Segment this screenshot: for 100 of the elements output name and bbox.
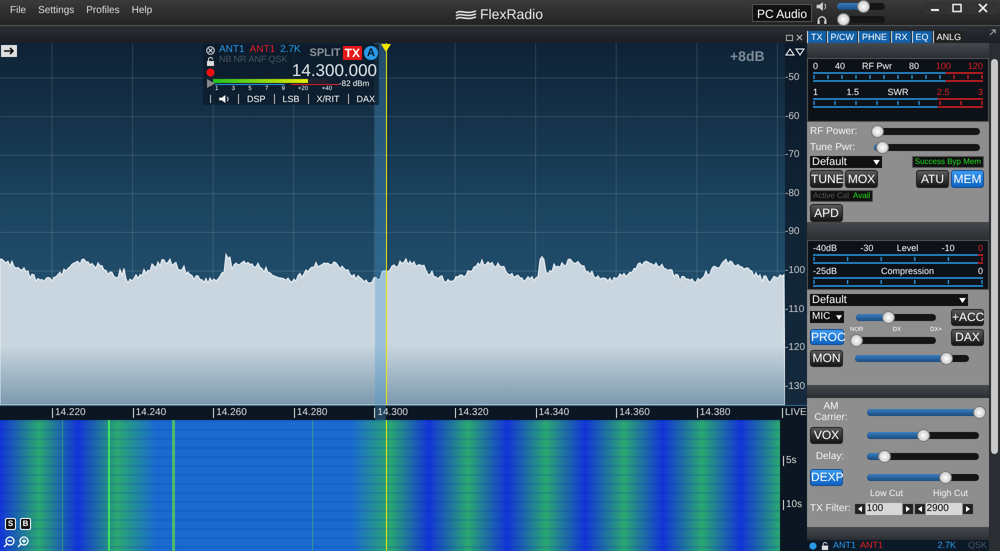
increment-arrow-icon[interactable] bbox=[902, 504, 913, 514]
tx-antenna-link[interactable]: ANT1 bbox=[860, 541, 884, 550]
time-label: 5s bbox=[783, 456, 797, 466]
panel-tab[interactable]: P/CW bbox=[826, 31, 858, 43]
meter-scale-label: 1.5 bbox=[846, 88, 860, 97]
decrement-arrow-icon[interactable] bbox=[914, 504, 925, 514]
dropdown-caret-icon bbox=[959, 298, 966, 302]
meter-scale-label: -40dB bbox=[813, 244, 838, 253]
toggle-button[interactable]: MON bbox=[810, 350, 843, 366]
slider-thumb[interactable] bbox=[836, 12, 850, 26]
arrow-right-icon[interactable] bbox=[1, 45, 17, 57]
scale-button[interactable]: B bbox=[20, 518, 31, 530]
slice-letter-badge[interactable]: A bbox=[364, 46, 378, 60]
db-scale-label: -70 bbox=[785, 150, 800, 160]
input-field[interactable]: 100 bbox=[866, 502, 902, 514]
slider-thumb[interactable] bbox=[917, 428, 930, 442]
scale-arrows-icon[interactable] bbox=[785, 48, 805, 56]
slider-thumb[interactable] bbox=[882, 310, 895, 324]
toggle-button[interactable]: VOX bbox=[810, 426, 843, 444]
play-icon[interactable] bbox=[206, 79, 215, 88]
audio-button[interactable]: PC Audio bbox=[752, 4, 812, 22]
rx-antenna-link[interactable]: ANT1 bbox=[219, 45, 245, 55]
slice-letter-icon[interactable] bbox=[809, 542, 817, 550]
frequency-label: 14.340 bbox=[536, 408, 570, 418]
input-field[interactable]: 2900 bbox=[926, 502, 962, 514]
field-label: High Cut bbox=[933, 489, 968, 498]
meter-scale-label: -30 bbox=[860, 244, 874, 253]
toggle-button[interactable]: PROC bbox=[810, 329, 844, 345]
meter-title: RF Pwr bbox=[862, 62, 892, 71]
menu-item[interactable]: Help bbox=[132, 3, 152, 18]
slider-thumb[interactable] bbox=[973, 406, 986, 418]
frequency-label: 14.240 bbox=[132, 408, 166, 418]
slider-thumb[interactable] bbox=[850, 334, 863, 347]
decrement-arrow-icon[interactable] bbox=[854, 504, 865, 514]
slice-tab[interactable]: X/RIT bbox=[308, 94, 348, 104]
slider-thumb[interactable] bbox=[939, 470, 952, 484]
frequency-label: 14.380 bbox=[696, 408, 730, 418]
slice-marker-icon[interactable] bbox=[381, 44, 391, 52]
toggle-button[interactable]: APD bbox=[810, 204, 843, 222]
menu-item[interactable]: Settings bbox=[38, 3, 74, 18]
panel-tab[interactable]: TX bbox=[807, 31, 826, 43]
panel-tab[interactable]: ANLG bbox=[932, 31, 964, 43]
rx-antenna-link[interactable]: ANT1 bbox=[833, 541, 856, 550]
record-icon[interactable] bbox=[206, 68, 215, 77]
dropdown-value: Default bbox=[812, 294, 847, 306]
profile-dropdown[interactable]: Default bbox=[810, 156, 882, 168]
toggle-button[interactable]: MEM bbox=[951, 170, 984, 188]
lock-icon[interactable] bbox=[821, 542, 829, 550]
dropdown-caret-icon bbox=[873, 160, 880, 164]
zoom-out-icon[interactable] bbox=[3, 536, 15, 548]
increment-arrow-icon[interactable] bbox=[962, 504, 973, 514]
slider-thumb[interactable] bbox=[876, 140, 890, 154]
toggle-button[interactable]: DEXP bbox=[810, 468, 843, 486]
profile-dropdown[interactable]: Default bbox=[810, 294, 968, 306]
slider-thumb[interactable] bbox=[878, 450, 891, 462]
scale-button[interactable]: S bbox=[5, 518, 16, 530]
frequency-readout[interactable]: 14.300.000 bbox=[292, 62, 377, 79]
meter-scale-label: 1 bbox=[813, 88, 818, 97]
close-icon[interactable] bbox=[206, 46, 215, 55]
db-scale-label: -110 bbox=[785, 304, 804, 315]
slider-thumb[interactable] bbox=[871, 124, 884, 138]
toggle-button[interactable]: DAX bbox=[951, 328, 984, 346]
panel-tab[interactable]: EQ bbox=[912, 31, 932, 43]
toggle-button[interactable]: ATU bbox=[916, 170, 949, 188]
slider-thumb[interactable] bbox=[940, 352, 954, 364]
expand-icon[interactable] bbox=[989, 29, 996, 36]
meter-title: Level bbox=[896, 244, 918, 253]
tx-badge[interactable]: TX bbox=[342, 46, 362, 60]
source-dropdown[interactable]: MIC bbox=[810, 311, 844, 323]
undock-icon[interactable] bbox=[786, 34, 793, 41]
toggle-button[interactable]: MOX bbox=[845, 170, 878, 188]
speaker-icon bbox=[816, 2, 828, 10]
panel-tab[interactable]: RX bbox=[891, 31, 911, 43]
dropdown-value: MIC bbox=[812, 312, 830, 322]
frequency-label: 14.300 bbox=[374, 408, 408, 418]
toggle-button[interactable]: TUNE bbox=[810, 170, 843, 188]
split-label[interactable]: SPLIT bbox=[309, 48, 341, 58]
db-scale-label: -80 bbox=[785, 188, 800, 199]
lock-icon[interactable] bbox=[206, 57, 215, 66]
cal-status: Avail bbox=[853, 191, 870, 201]
close-icon[interactable] bbox=[796, 34, 803, 41]
db-scale-label: -130 bbox=[785, 382, 806, 392]
logo-waves-icon bbox=[455, 8, 477, 20]
db-scale-label: -90 bbox=[785, 227, 800, 238]
menu-item[interactable]: Profiles bbox=[86, 3, 120, 18]
panel-tab[interactable]: PHNE bbox=[858, 31, 890, 43]
meter-scale-label: 80 bbox=[908, 62, 919, 71]
scrollbar-thumb[interactable] bbox=[991, 59, 998, 454]
menu-item[interactable]: File bbox=[10, 3, 26, 18]
slider-thumb[interactable] bbox=[857, 0, 870, 12]
db-scale-label: -100 bbox=[785, 266, 806, 276]
meter-scale-label: 0 bbox=[978, 244, 983, 253]
toggle-button[interactable]: +ACC bbox=[951, 308, 984, 326]
zoom-in-icon[interactable] bbox=[17, 536, 29, 548]
meter-scale-label: 0 bbox=[978, 267, 983, 276]
slice-tab[interactable]: DSP bbox=[238, 94, 274, 104]
meter-title: SWR bbox=[888, 88, 908, 97]
tx-antenna-link[interactable]: ANT1 bbox=[250, 45, 276, 55]
slice-tab[interactable]: LSB bbox=[274, 94, 308, 104]
slice-tab[interactable]: DAX bbox=[348, 94, 384, 104]
